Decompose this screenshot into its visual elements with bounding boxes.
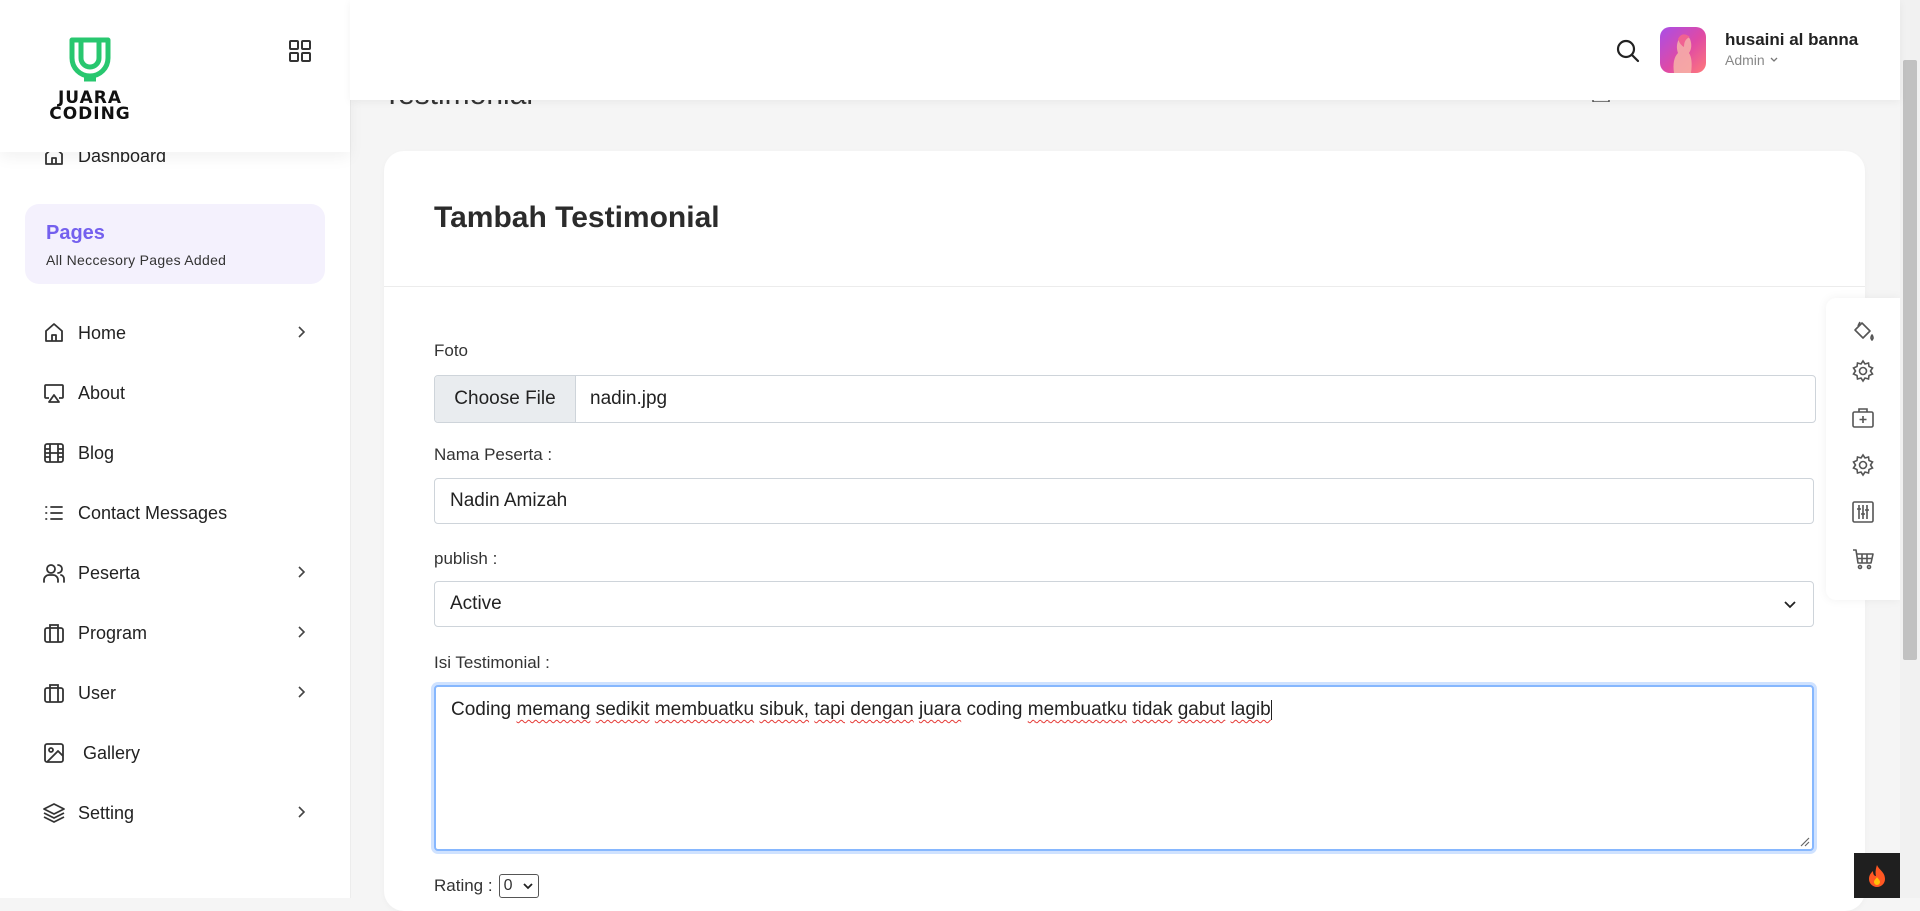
chevron-right-icon[interactable] — [293, 564, 309, 580]
image-icon — [44, 743, 64, 763]
sidebar-item-program[interactable]: Program — [42, 618, 147, 648]
chevron-right-icon[interactable] — [293, 804, 309, 820]
page-scrollbar[interactable] — [1900, 0, 1920, 898]
text-word-misspelled: sibuk, — [759, 699, 810, 720]
shopping-cart-icon[interactable] — [1850, 546, 1876, 572]
text-word-misspelled: membuatku — [654, 699, 755, 720]
rating-select[interactable]: 0 — [498, 874, 539, 898]
sidebar-item-setting[interactable]: Setting — [42, 798, 134, 828]
text-word-misspelled: memang — [516, 699, 591, 720]
text-word-misspelled: gabut — [1177, 699, 1226, 720]
sidebar-item-label: Peserta — [78, 562, 141, 583]
pages-section: Pages All Neccesory Pages Added — [25, 204, 325, 284]
chevron-down-icon — [522, 883, 533, 890]
sidebar-item-user[interactable]: User — [42, 678, 116, 708]
monitor-icon — [44, 384, 64, 403]
publish-select[interactable]: Active — [434, 581, 1814, 627]
fire-button[interactable] — [1854, 853, 1900, 898]
chevron-right-icon[interactable] — [293, 324, 309, 340]
gear-icon[interactable] — [1850, 358, 1876, 384]
nama-peserta-input[interactable] — [434, 478, 1814, 524]
chevron-right-icon[interactable] — [293, 684, 309, 700]
scrollbar-thumb[interactable] — [1903, 60, 1917, 660]
sidebar-item-about[interactable]: About — [42, 378, 125, 408]
text-word-misspelled: membuatku — [1027, 699, 1128, 720]
card-divider — [384, 286, 1865, 287]
choose-file-button[interactable]: Choose File — [435, 376, 576, 422]
sidebar-item-label: Program — [78, 622, 148, 643]
logo-text-line2: CODING — [49, 104, 131, 124]
sidebar-item-label: Blog — [78, 442, 115, 463]
sliders-icon[interactable] — [1850, 499, 1876, 525]
user-role-dropdown[interactable]: Admin — [1725, 52, 1779, 68]
sidebar-item-label: About — [78, 382, 126, 403]
apps-grid-icon[interactable] — [287, 38, 313, 64]
nama-peserta-label: Nama Peserta : — [434, 445, 553, 464]
sidebar-item-peserta[interactable]: Peserta — [42, 558, 140, 588]
form-title: Tambah Testimonial — [434, 201, 720, 234]
text-caret — [1270, 699, 1272, 720]
text-word-misspelled: dengan — [850, 699, 914, 720]
foto-label: Foto — [434, 341, 469, 360]
user-name: husaini al banna — [1725, 30, 1859, 49]
sidebar-item-label: Gallery — [83, 742, 141, 763]
paint-bucket-icon[interactable] — [1850, 318, 1876, 344]
sidebar: JUARA CODING Dashboard Pages All Necceso… — [0, 0, 350, 898]
file-name: nadin.jpg — [590, 388, 668, 409]
publish-label: publish : — [434, 549, 498, 568]
users-icon — [43, 564, 65, 583]
pages-section-title: Pages — [46, 222, 105, 244]
medical-kit-icon[interactable] — [1850, 405, 1876, 431]
avatar[interactable] — [1660, 27, 1706, 73]
fire-icon — [1869, 864, 1885, 887]
film-icon — [44, 443, 64, 463]
isi-testimonial-textarea[interactable]: Coding memang sedikit membuatku sibuk, t… — [434, 685, 1814, 851]
testimonial-form-card: Tambah Testimonial Foto Choose File nadi… — [384, 151, 1865, 911]
layers-icon — [43, 803, 65, 823]
user-role-label: Admin — [1725, 52, 1765, 68]
isi-testimonial-label: Isi Testimonial : — [434, 653, 550, 672]
sidebar-item-label: Contact Messages — [78, 502, 228, 523]
sidebar-item-blog[interactable]: Blog — [42, 438, 114, 468]
pages-section-subtitle: All Neccesory Pages Added — [46, 252, 227, 268]
chevron-down-icon — [1770, 57, 1778, 62]
home-icon — [45, 323, 63, 342]
search-icon[interactable] — [1615, 38, 1641, 64]
sidebar-item-contact-messages[interactable]: Contact Messages — [42, 498, 227, 528]
text-word-misspelled: tapi — [814, 699, 845, 720]
logo-text: JUARA CODING — [42, 90, 138, 124]
briefcase-icon — [44, 684, 64, 703]
list-icon — [45, 506, 63, 520]
text-word: coding — [966, 699, 1023, 720]
chevron-down-icon — [1784, 601, 1796, 609]
sidebar-item-label: Setting — [78, 802, 135, 823]
publish-selected-value: Active — [450, 593, 502, 614]
top-header: husaini al banna Admin — [350, 0, 1900, 100]
text-word-misspelled: juara — [918, 699, 962, 720]
rating-field: Rating : 0 — [434, 874, 539, 898]
rating-label: Rating : — [434, 876, 493, 895]
text-word-misspelled: lagib — [1230, 699, 1271, 720]
sidebar-item-gallery[interactable]: Gallery — [42, 738, 140, 768]
briefcase-icon — [44, 624, 64, 643]
rating-selected-value: 0 — [503, 877, 513, 894]
sidebar-header: JUARA CODING — [0, 0, 350, 152]
sidebar-item-home[interactable]: Home — [42, 318, 126, 348]
gear-icon[interactable] — [1850, 452, 1876, 478]
text-word-misspelled: sedikit — [595, 699, 650, 720]
customizer-toolbar — [1826, 298, 1900, 600]
resize-handle-icon[interactable] — [1798, 835, 1810, 847]
sidebar-item-label: User — [78, 682, 117, 703]
testimonial-text: Coding memang sedikit membuatku sibuk, t… — [451, 699, 1272, 720]
trophy-logo-icon — [69, 37, 111, 82]
chevron-right-icon[interactable] — [293, 624, 309, 640]
foto-file-input[interactable]: Choose File nadin.jpg — [434, 375, 1816, 423]
sidebar-item-label: Home — [78, 322, 127, 343]
text-word: Coding — [451, 699, 512, 720]
text-word-misspelled: tidak — [1132, 699, 1173, 720]
